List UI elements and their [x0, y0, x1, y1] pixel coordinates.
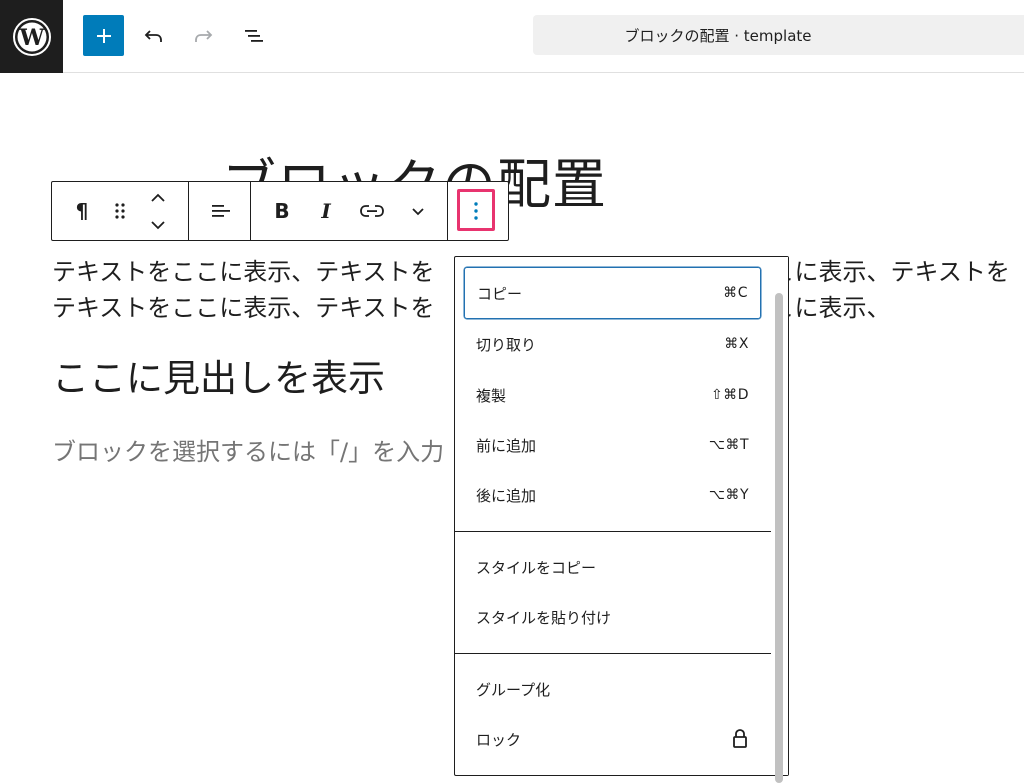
- list-view-icon: [245, 30, 263, 42]
- menu-item-group[interactable]: グループ化: [464, 663, 761, 715]
- link-button[interactable]: [354, 182, 390, 240]
- toolbar-divider: [447, 182, 448, 240]
- document-title: ブロックの配置 · template: [624, 26, 812, 45]
- menu-item-duplicate[interactable]: 複製 ⇧⌘D: [464, 369, 761, 421]
- undo-button[interactable]: [137, 20, 169, 52]
- list-view-button[interactable]: [238, 20, 270, 52]
- drag-handle[interactable]: [108, 182, 132, 240]
- redo-button[interactable]: [188, 20, 220, 52]
- more-formats-button[interactable]: [400, 182, 436, 240]
- menu-item-label: 複製: [476, 386, 507, 405]
- menu-item-paste-styles[interactable]: スタイルを貼り付け: [464, 591, 761, 643]
- svg-text:W: W: [18, 25, 44, 51]
- menu-item-label: グループ化: [476, 680, 551, 699]
- toolbar-divider: [188, 182, 189, 240]
- menu-item-lock[interactable]: ロック: [464, 713, 761, 765]
- block-toolbar: ¶ B I: [51, 181, 509, 241]
- menu-item-shortcut: ⌘X: [724, 336, 749, 352]
- menu-item-label: コピー: [477, 284, 523, 303]
- align-button[interactable]: [202, 182, 238, 240]
- bold-icon: B: [274, 199, 290, 223]
- toolbar-divider: [250, 182, 251, 240]
- editor-header: W ブロックの配置 · template: [0, 0, 1024, 73]
- menu-item-label: ロック: [476, 730, 522, 749]
- menu-item-shortcut: ⌥⌘T: [708, 437, 749, 453]
- menu-item-cut[interactable]: 切り取り ⌘X: [464, 318, 761, 370]
- italic-icon: I: [321, 199, 331, 223]
- lock-icon: [733, 729, 747, 748]
- menu-item-insert-before[interactable]: 前に追加 ⌥⌘T: [464, 419, 761, 471]
- menu-divider: [455, 531, 771, 532]
- block-type-button[interactable]: ¶: [66, 182, 98, 240]
- paragraph-icon: ¶: [75, 199, 89, 223]
- menu-item-shortcut: ⌘C: [723, 285, 748, 301]
- plus-icon: [96, 28, 111, 43]
- menu-item-label: スタイルを貼り付け: [476, 608, 612, 627]
- menu-item-shortcut: ⌥⌘Y: [708, 487, 749, 503]
- menu-scrollbar-thumb[interactable]: [775, 293, 783, 783]
- link-icon: [360, 205, 384, 217]
- menu-item-copy-styles[interactable]: スタイルをコピー: [464, 541, 761, 593]
- menu-item-label: 前に追加: [476, 436, 537, 455]
- document-title-bar[interactable]: ブロックの配置 · template: [533, 15, 1024, 55]
- move-down-button[interactable]: [144, 211, 172, 240]
- italic-button[interactable]: I: [308, 182, 344, 240]
- heading-block[interactable]: ここに見出しを表示: [52, 354, 385, 404]
- move-up-icon: [151, 193, 165, 202]
- redo-icon: [195, 30, 213, 42]
- block-appender-placeholder[interactable]: ブロックを選択するには「/」を入力: [52, 434, 444, 470]
- menu-item-insert-after[interactable]: 後に追加 ⌥⌘Y: [464, 469, 761, 521]
- undo-icon: [144, 30, 162, 42]
- more-options-icon: [474, 202, 478, 220]
- bold-button[interactable]: B: [264, 182, 300, 240]
- block-options-button[interactable]: [457, 182, 495, 240]
- wordpress-logo-button[interactable]: W: [0, 0, 63, 73]
- align-icon: [212, 205, 230, 217]
- add-block-button[interactable]: [83, 15, 124, 56]
- menu-item-label: 後に追加: [476, 486, 537, 505]
- drag-handle-icon: [115, 203, 125, 219]
- menu-item-label: スタイルをコピー: [476, 558, 597, 577]
- chevron-down-icon: [412, 208, 424, 216]
- block-options-menu: コピー ⌘C 切り取り ⌘X 複製 ⇧⌘D 前に追加 ⌥⌘T 後に追加 ⌥⌘Y …: [454, 256, 789, 783]
- menu-divider: [455, 653, 771, 654]
- wordpress-logo-icon: W: [12, 17, 51, 56]
- menu-item-label: 切り取り: [476, 335, 537, 354]
- move-down-icon: [151, 220, 165, 229]
- menu-item-copy[interactable]: コピー ⌘C: [464, 267, 761, 319]
- move-up-button[interactable]: [144, 182, 172, 211]
- menu-item-shortcut: ⇧⌘D: [710, 387, 749, 403]
